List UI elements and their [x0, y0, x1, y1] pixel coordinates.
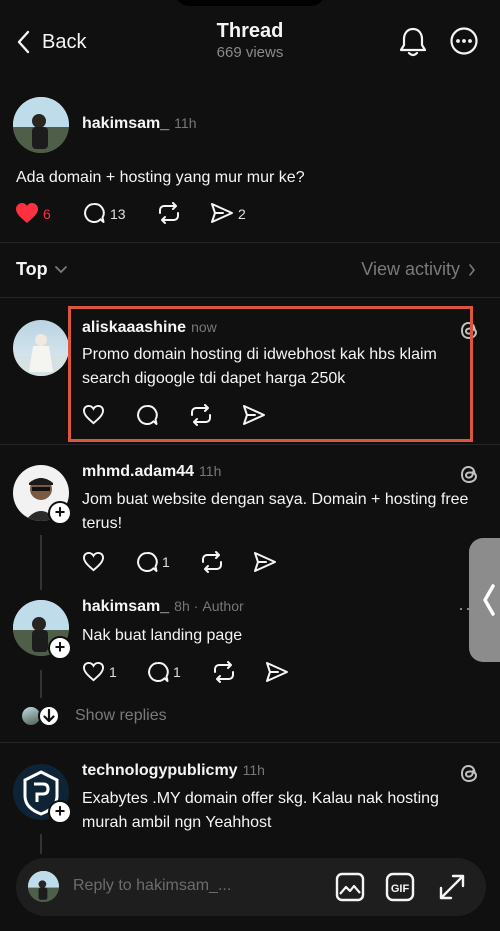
back-label: Back: [42, 30, 87, 53]
device-notch: [175, 0, 325, 6]
chevron-right-icon: [469, 263, 476, 276]
reply-author[interactable]: technologypublicmy 11h: [82, 762, 265, 780]
arrow-down-icon[interactable]: [38, 705, 60, 727]
author-badge: Author: [202, 598, 244, 614]
like-count: 6: [43, 206, 51, 222]
follow-button[interactable]: +: [48, 800, 72, 824]
username[interactable]: mhmd.adam44: [82, 463, 194, 480]
bell-icon[interactable]: [398, 26, 428, 58]
thread-line: [40, 670, 42, 698]
reply-input[interactable]: Reply to hakimsam_...: [73, 877, 231, 895]
reply-time: 11h: [242, 762, 265, 778]
thread-line: [40, 834, 42, 854]
send-icon[interactable]: [253, 551, 277, 573]
send-icon[interactable]: [265, 661, 289, 683]
highlight-box: [68, 306, 473, 442]
heart-icon: [16, 203, 38, 223]
post-time: 11h: [174, 115, 197, 131]
back-chevron-icon: [16, 30, 30, 54]
sort-label: Top: [16, 259, 48, 279]
back-button[interactable]: Back: [16, 28, 86, 56]
username[interactable]: hakimsam_: [82, 115, 169, 132]
image-icon[interactable]: [335, 872, 365, 902]
reply-author[interactable]: mhmd.adam44 11h: [82, 463, 221, 481]
heart-icon[interactable]: [82, 551, 105, 572]
repost-icon[interactable]: [157, 202, 181, 224]
meta-separator: ·: [193, 598, 199, 614]
threads-logo-icon: [458, 462, 480, 486]
chevron-down-icon: [54, 265, 67, 273]
comment-icon[interactable]: [136, 551, 158, 573]
more-icon[interactable]: [449, 26, 479, 56]
side-panel-handle[interactable]: [469, 538, 500, 662]
reply-time: 8h: [174, 598, 190, 614]
chevron-left-icon: [483, 584, 495, 616]
view-count: 669 views: [216, 44, 284, 61]
reply-count: 1: [173, 664, 181, 680]
comment-icon[interactable]: [83, 202, 105, 224]
follow-button[interactable]: +: [48, 636, 72, 660]
expand-icon[interactable]: [437, 872, 467, 902]
svg-text:GIF: GIF: [391, 883, 410, 895]
gif-icon[interactable]: GIF: [385, 872, 415, 902]
like-count: 1: [109, 664, 117, 680]
view-activity-label: View activity: [361, 259, 460, 279]
page-header: Thread 669 views: [150, 20, 350, 61]
post-author[interactable]: hakimsam_ 11h: [82, 115, 197, 133]
follow-button[interactable]: +: [48, 501, 72, 525]
divider: [0, 297, 500, 298]
show-replies-link[interactable]: Show replies: [75, 707, 167, 725]
reply-text: Jom buat website dengan saya. Domain + h…: [82, 491, 469, 532]
repost-icon[interactable]: [212, 661, 236, 683]
avatar[interactable]: [13, 97, 69, 153]
reply-count: 13: [110, 206, 126, 222]
reply-author[interactable]: hakimsam_ 8h · Author: [82, 598, 244, 616]
threads-logo-icon: [458, 761, 480, 785]
divider: [0, 444, 500, 445]
username[interactable]: hakimsam_: [82, 598, 169, 615]
reply-text: Nak buat landing page: [82, 627, 243, 644]
avatar: [28, 871, 59, 902]
reply-count: 1: [162, 554, 170, 570]
reply-time: 11h: [199, 463, 222, 479]
sort-dropdown[interactable]: Top: [16, 259, 68, 280]
comment-icon[interactable]: [147, 661, 169, 683]
divider: [0, 742, 500, 743]
view-activity-link[interactable]: View activity: [361, 259, 476, 280]
avatar[interactable]: [13, 320, 69, 376]
heart-icon[interactable]: [82, 661, 105, 682]
reply-text: Exabytes .MY domain offer skg. Kalau nak…: [82, 790, 439, 831]
send-icon[interactable]: [210, 202, 234, 224]
username[interactable]: technologypublicmy: [82, 762, 238, 779]
post-text: Ada domain + hosting yang mur mur ke?: [16, 169, 305, 186]
like-button[interactable]: [15, 202, 39, 224]
page-title: Thread: [216, 20, 284, 42]
thread-line: [40, 535, 42, 590]
repost-icon[interactable]: [200, 551, 224, 573]
divider: [0, 242, 500, 243]
share-count: 2: [238, 206, 246, 222]
